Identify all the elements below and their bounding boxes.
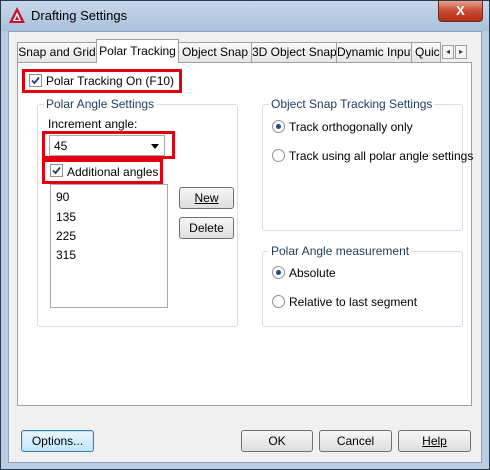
track-all-polar-radio[interactable] [272, 149, 285, 162]
new-button-label: New [194, 191, 219, 205]
checkmark-icon [52, 166, 61, 175]
help-button-label: Help [422, 434, 447, 448]
close-button[interactable]: X [438, 1, 483, 22]
autocad-a-icon [9, 7, 25, 23]
list-item[interactable]: 315 [56, 248, 76, 262]
ok-button[interactable]: OK [241, 430, 313, 452]
polar-tracking-on-checkbox[interactable] [29, 74, 42, 87]
radio-selected-dot [276, 124, 281, 129]
window-title: Drafting Settings [31, 8, 128, 23]
help-button[interactable]: Help [398, 430, 471, 452]
tab-3d-object-snap[interactable]: 3D Object Snap [251, 42, 337, 62]
checkmark-icon [31, 76, 40, 85]
tab-object-snap[interactable]: Object Snap [178, 42, 252, 62]
relative-to-last-segment-label: Relative to last segment [289, 295, 418, 309]
increment-angle-label: Increment angle: [48, 117, 138, 131]
additional-angles-label: Additional angles [67, 165, 159, 179]
polar-angle-measurement-title: Polar Angle measurement [269, 244, 412, 258]
tab-quick-properties[interactable]: Quic [411, 42, 441, 62]
list-item[interactable]: 135 [56, 210, 76, 224]
track-orthogonally-label: Track orthogonally only [289, 120, 413, 134]
additional-angles-checkbox[interactable] [50, 164, 63, 177]
increment-angle-value: 45 [54, 139, 68, 153]
new-button[interactable]: New [179, 187, 234, 209]
dialog-client: Snap and Grid Polar Tracking Object Snap… [8, 31, 482, 463]
increment-angle-dropdown[interactable]: 45 [49, 135, 165, 156]
polar-angle-measurement-group: Polar Angle measurement [262, 244, 463, 327]
options-button[interactable]: Options... [21, 430, 94, 452]
tab-polar-tracking[interactable]: Polar Tracking [96, 39, 179, 63]
polar-tracking-page: Polar Tracking On (F10) Polar Angle Sett… [17, 62, 474, 406]
delete-button-label: Delete [189, 221, 224, 235]
cancel-button-label: Cancel [336, 434, 375, 448]
tab-scroll-right-icon[interactable]: ▸ [455, 45, 467, 59]
polar-angle-settings-title: Polar Angle Settings [44, 97, 157, 111]
cancel-button[interactable]: Cancel [319, 430, 392, 452]
list-item[interactable]: 225 [56, 229, 76, 243]
ok-button-label: OK [268, 434, 286, 448]
tab-snap-and-grid[interactable]: Snap and Grid [17, 42, 97, 62]
title-bar[interactable]: Drafting Settings X [1, 1, 489, 31]
radio-selected-dot [276, 270, 281, 275]
absolute-radio[interactable] [272, 266, 285, 279]
absolute-label: Absolute [289, 266, 336, 280]
delete-button[interactable]: Delete [179, 217, 234, 239]
polar-tracking-on-label: Polar Tracking On (F10) [46, 74, 175, 88]
relative-to-last-segment-radio[interactable] [272, 295, 285, 308]
list-item[interactable]: 90 [56, 190, 69, 204]
drafting-settings-window: Drafting Settings X Snap and Grid Polar … [0, 0, 490, 470]
additional-angles-list[interactable]: 90 135 225 315 [50, 184, 168, 308]
object-snap-tracking-title: Object Snap Tracking Settings [269, 97, 435, 111]
options-button-label: Options... [31, 434, 84, 448]
track-orthogonally-radio[interactable] [272, 120, 285, 133]
tab-scroll-left-icon[interactable]: ◂ [442, 45, 454, 59]
track-all-polar-label: Track using all polar angle settings [289, 149, 474, 163]
chevron-down-icon[interactable] [151, 144, 159, 149]
tab-dynamic-input[interactable]: Dynamic Input [336, 42, 412, 62]
